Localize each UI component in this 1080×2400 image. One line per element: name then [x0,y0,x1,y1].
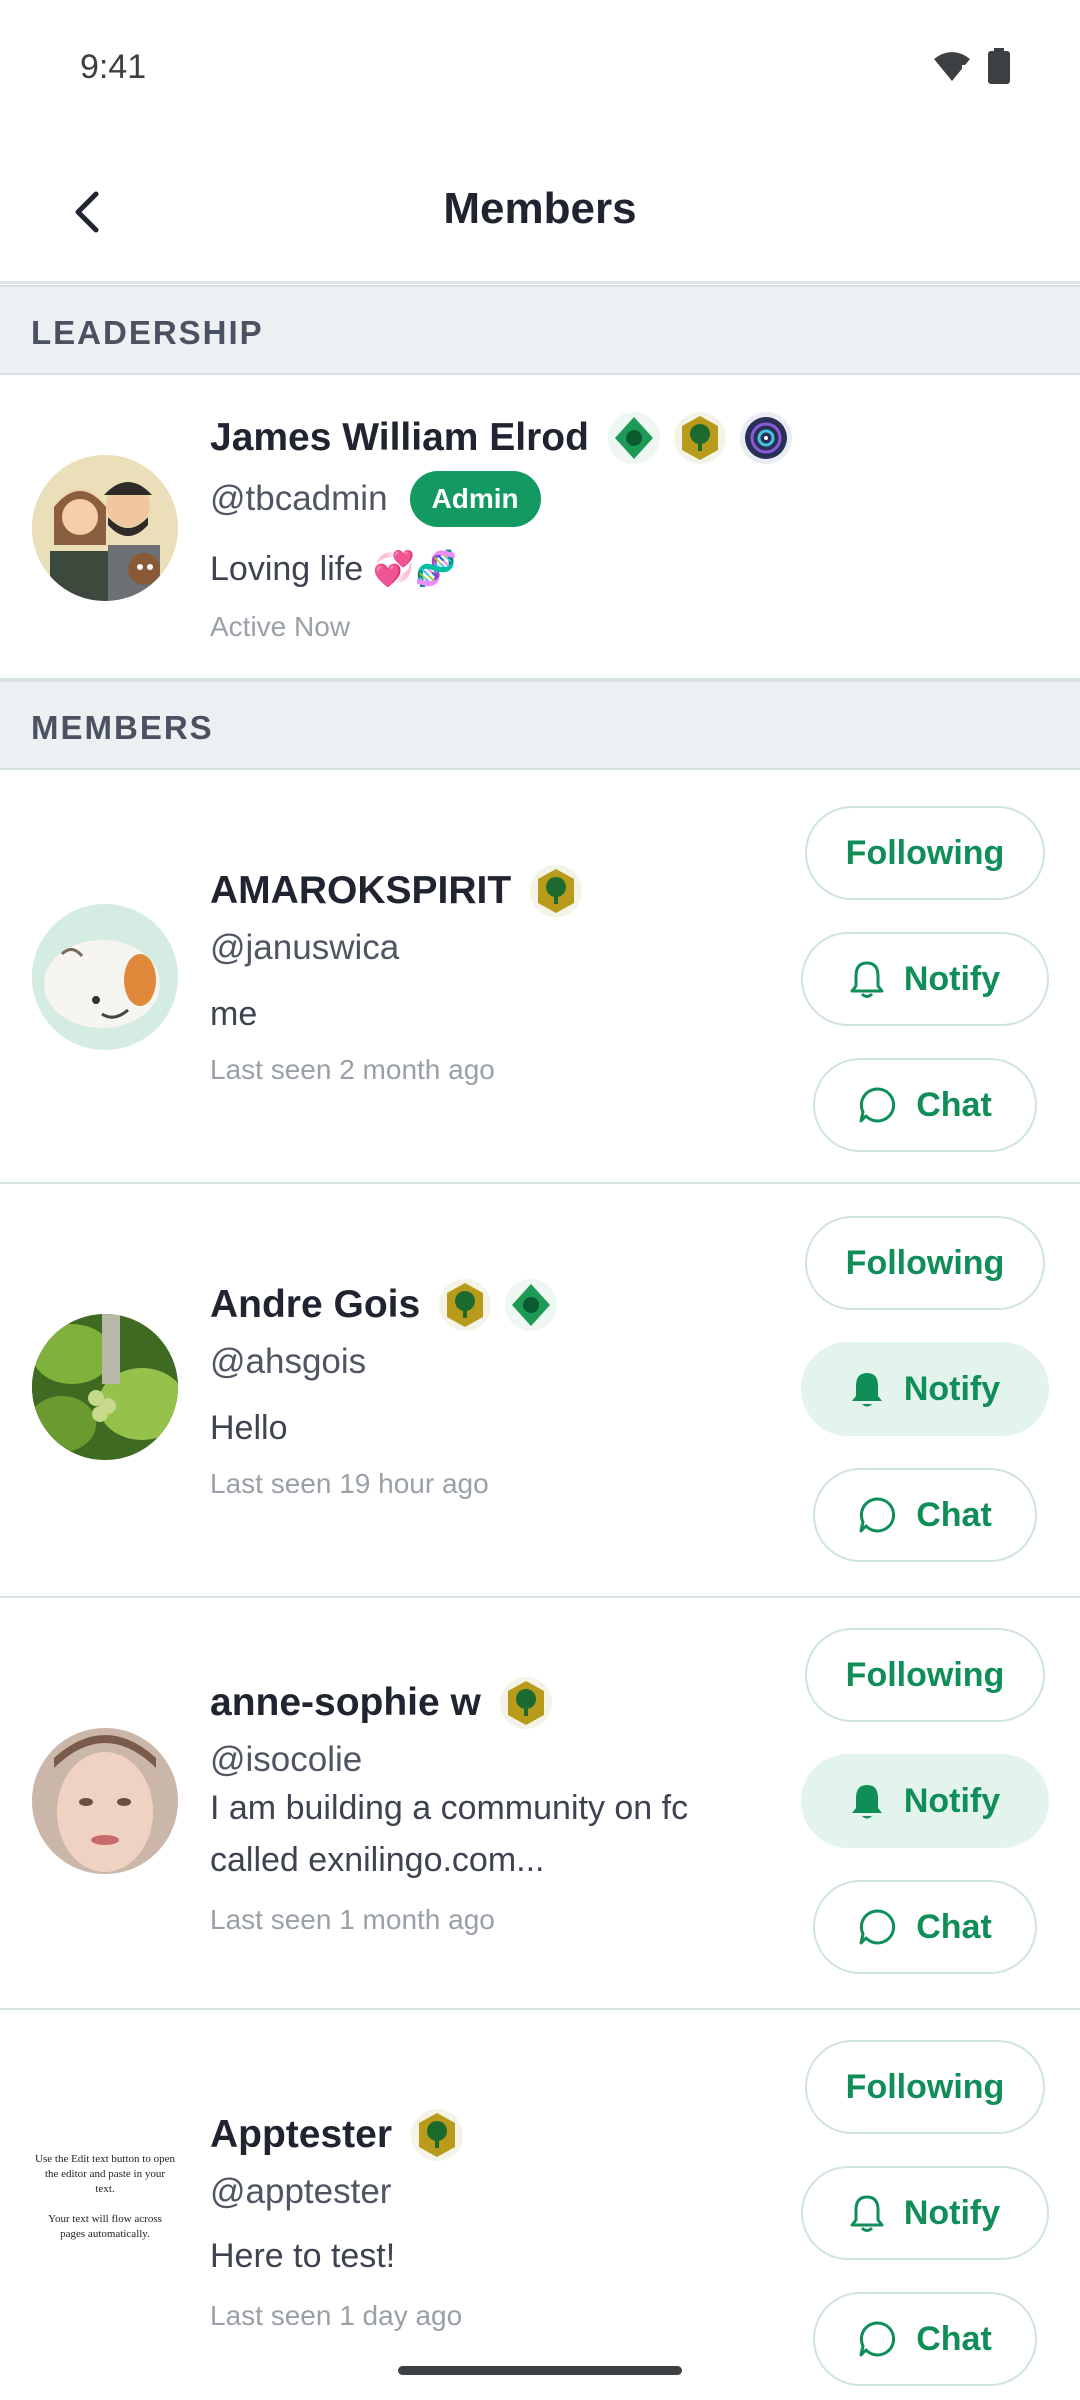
avatar [32,1314,178,1460]
member-bio: Here to test! [210,2237,396,2275]
chat-label: Chat [916,1495,992,1534]
gold-tree-icon [499,1677,552,1729]
member-name: AMAROKSPIRIT [210,869,512,912]
leader-name-line: James William Elrod [210,411,793,465]
notify-label: Notify [903,1781,1001,1820]
member-bio: Hello [210,1409,288,1447]
chat-button[interactable]: Chat [813,1058,1037,1152]
section-header-leadership: LEADERSHIP [0,285,1080,375]
notify-button[interactable]: Notify [801,2166,1049,2260]
following-button[interactable]: Following [805,806,1045,900]
member-handle: @apptester [210,2172,392,2211]
admin-badge: Admin [409,471,541,527]
member-row[interactable]: Andre Gois @ahsgois Hello Last seen 19 h… [0,1184,1080,1598]
chat-label: Chat [916,1085,992,1124]
member-last-seen: Last seen 1 month ago [210,1904,495,1935]
avatar [32,904,178,1050]
member-status: Active Now [210,611,351,642]
member-name-line: Apptester [210,2108,464,2162]
following-label: Following [845,1243,1005,1282]
battery-icon [988,48,1010,84]
member-last-seen: Last seen 2 month ago [210,1054,495,1085]
member-handle: @tbcadmin [210,479,388,518]
following-label: Following [845,833,1005,872]
status-time: 9:41 [80,48,147,86]
gold-tree-icon [673,412,726,464]
gold-tree-icon [439,1279,492,1331]
following-button[interactable]: Following [805,1216,1045,1310]
chat-bubble-icon [859,1087,896,1123]
member-name-line: anne-sophie w [210,1676,553,1730]
bell-outline-icon [850,961,884,998]
green-shield-icon [607,412,660,464]
chat-button[interactable]: Chat [813,2292,1037,2386]
gold-tree-icon [530,865,583,917]
notify-label: Notify [903,959,1001,998]
purple-signal-icon [739,412,792,464]
status-bar: 9:41 [0,0,1080,135]
leader-row[interactable]: James William Elrod @tbcadmin Admin Lovi… [0,375,1080,680]
section-title: LEADERSHIP [31,314,264,351]
member-row[interactable]: Use the Edit text button to open the edi… [0,2010,1080,2400]
avatar: Use the Edit text button to open the edi… [32,2124,178,2270]
notify-button[interactable]: Notify [801,932,1049,1026]
member-name: James William Elrod [210,416,589,459]
avatar-text: Use the Edit text button to open the edi… [35,2153,175,2240]
page-title: Members [443,184,637,233]
home-indicator[interactable] [398,2366,682,2375]
following-label: Following [845,2067,1005,2106]
green-shield-icon [505,1279,558,1331]
following-label: Following [845,1655,1005,1694]
gold-tree-icon [411,2109,464,2161]
section-title: MEMBERS [31,709,214,746]
chat-label: Chat [916,1907,992,1946]
avatar [32,1728,178,1874]
chat-label: Chat [916,2319,992,2358]
avatar [32,455,178,601]
member-bio: Loving life 💞🧬 [210,550,458,588]
following-button[interactable]: Following [805,1628,1045,1722]
chat-bubble-icon [859,1909,896,1945]
bell-filled-icon [851,1785,882,1819]
member-last-seen: Last seen 1 day ago [210,2300,463,2331]
member-handle: @ahsgois [210,1342,367,1381]
notify-label: Notify [903,1369,1001,1408]
member-handle: @januswica [210,928,400,967]
member-name: Andre Gois [210,1283,421,1326]
member-bio: I am building a community on fc called e… [210,1789,689,1879]
member-last-seen: Last seen 19 hour ago [210,1468,489,1499]
member-row[interactable]: AMAROKSPIRIT @januswica me Last seen 2 m… [0,770,1080,1184]
status-icons [932,48,1010,84]
wifi-icon [934,52,970,81]
following-button[interactable]: Following [805,2040,1045,2134]
handle-line: @tbcadmin Admin [210,471,541,527]
member-bio: me [210,995,258,1033]
member-name: Apptester [210,2113,393,2156]
section-header-members: MEMBERS [0,680,1080,770]
chat-button[interactable]: Chat [813,1468,1037,1562]
notify-button[interactable]: Notify [801,1342,1049,1436]
chat-bubble-icon [859,1497,896,1533]
member-name: anne-sophie w [210,1681,481,1724]
chat-button[interactable]: Chat [813,1880,1037,1974]
chat-bubble-icon [859,2321,896,2357]
notify-label: Notify [903,2193,1001,2232]
member-row[interactable]: anne-sophie w @isocolie I am building a … [0,1598,1080,2010]
notify-button[interactable]: Notify [801,1754,1049,1848]
app-bar: Members [0,140,1080,284]
member-name-line: Andre Gois [210,1278,558,1332]
member-name-line: AMAROKSPIRIT [210,864,583,918]
member-handle: @isocolie [210,1740,363,1779]
bell-outline-icon [850,2195,884,2232]
bell-filled-icon [851,1373,882,1407]
